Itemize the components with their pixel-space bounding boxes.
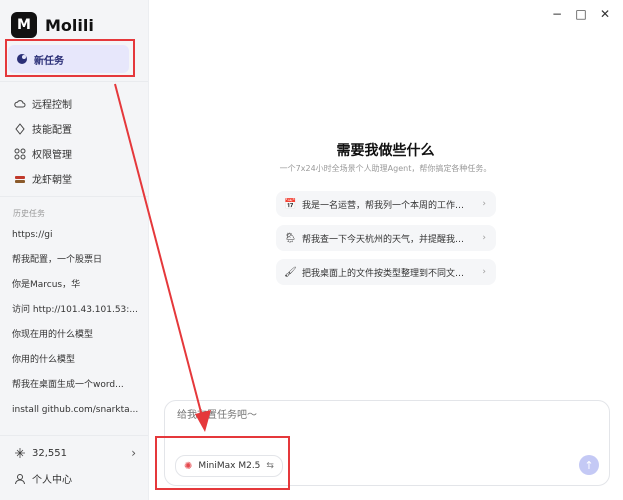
history-item[interactable]: 帮我在桌面生成一个word... (12, 376, 140, 401)
suggestion-card[interactable]: 📅 我是一名运营，帮我列一个本周的工作计... › (276, 191, 496, 217)
suggestion-card[interactable]: 🖌 把我桌面上的文件按类型整理到不同文件... › (276, 259, 496, 285)
suggestion-text: 帮我查一下今天杭州的天气，并提醒我是... (302, 234, 472, 245)
sidebar-item-label: 技能配置 (32, 125, 72, 136)
cloud-icon (14, 99, 26, 107)
sidebar-item-remote-control[interactable]: 远程控制 (14, 91, 72, 116)
history-item[interactable]: https://gi (12, 226, 140, 251)
suggestion-card[interactable]: 🌦 帮我查一下今天杭州的天气，并提醒我是... › (276, 225, 496, 251)
history-item[interactable]: 你现在用的什么模型 (12, 326, 140, 351)
annotation-box-model (155, 436, 290, 490)
history-list: https://gi 帮我配置，一个股票日 你是Marcus，华 访问 http… (12, 226, 140, 426)
molili-logo: M (11, 12, 37, 38)
divider (0, 81, 148, 82)
annotation-box-new-task (5, 39, 135, 77)
sidebar-item-label: 远程控制 (32, 100, 72, 111)
minimize-button[interactable]: − (551, 7, 563, 21)
suggestion-text: 我是一名运营，帮我列一个本周的工作计... (302, 200, 472, 211)
page-subtitle: 一个7x24小时全场景个人助理Agent，帮你搞定各种任务。 (279, 164, 492, 173)
diamond-icon (15, 122, 25, 135)
history-item[interactable]: install github.com/snarkta... (12, 401, 140, 426)
arrow-up-icon: ↑ (584, 458, 594, 472)
sidebar-item-label: 龙虾朝堂 (32, 175, 72, 186)
history-item[interactable]: 帮我配置，一个股票日 (12, 251, 140, 276)
task-input[interactable] (175, 409, 599, 422)
chevron-right-icon: › (131, 446, 136, 460)
sidebar-item-skills[interactable]: 技能配置 (14, 116, 72, 141)
points-row[interactable]: 32,551 › (14, 446, 136, 460)
window-controls: − □ ✕ (551, 7, 611, 21)
suggestion-list: 📅 我是一名运营，帮我列一个本周的工作计... › 🌦 帮我查一下今天杭州的天气… (276, 191, 496, 293)
profile-label: 个人中心 (32, 475, 72, 486)
history-item[interactable]: 你是Marcus，华 (12, 276, 140, 301)
sparkle-icon (15, 448, 25, 458)
weather-icon: 🌦 (284, 232, 297, 244)
app-name: Molili (45, 15, 94, 35)
sidebar-item-permissions[interactable]: 权限管理 (14, 141, 72, 166)
history-title: 历史任务 (13, 209, 45, 218)
divider (0, 435, 148, 436)
sidebar-item-label: 权限管理 (32, 150, 72, 161)
send-button[interactable]: ↑ (579, 455, 599, 475)
grid-icon (14, 148, 26, 159)
suggestion-text: 把我桌面上的文件按类型整理到不同文件... (302, 268, 472, 279)
maximize-button[interactable]: □ (575, 7, 587, 21)
lobster-icon (15, 175, 25, 183)
calendar-icon: 📅 (284, 198, 297, 210)
brand: M Molili (11, 12, 94, 38)
profile-link[interactable]: 个人中心 (14, 471, 72, 486)
user-icon (15, 473, 25, 484)
close-button[interactable]: ✕ (599, 7, 611, 21)
brush-icon: 🖌 (284, 266, 297, 278)
chevron-right-icon: › (482, 233, 486, 243)
sidebar-item-lobster-court[interactable]: 龙虾朝堂 (14, 166, 72, 191)
divider (0, 196, 148, 197)
page-title: 需要我做些什么 (336, 143, 435, 159)
chevron-right-icon: › (482, 199, 486, 209)
sidebar-nav: 远程控制 技能配置 权限管理 龙虾朝堂 (14, 91, 72, 191)
history-item[interactable]: 你用的什么模型 (12, 351, 140, 376)
points-value: 32,551 (32, 447, 67, 459)
history-item[interactable]: 访问 http://101.43.101.53:... (12, 301, 140, 326)
chevron-right-icon: › (482, 267, 486, 277)
